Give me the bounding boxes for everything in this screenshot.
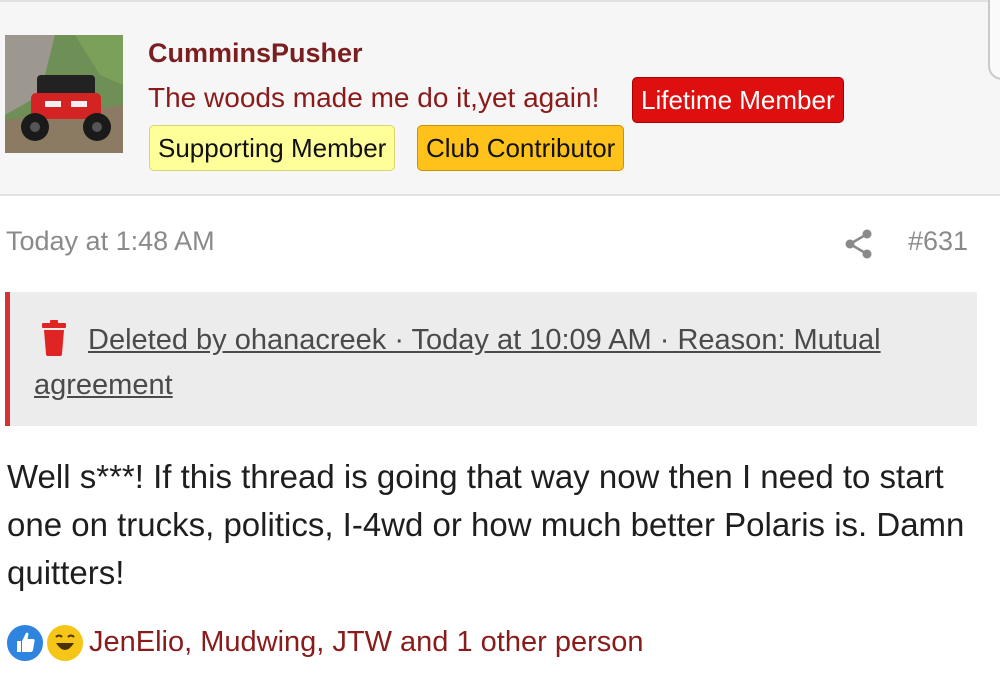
- scrollbar-edge[interactable]: [988, 0, 1000, 80]
- badge-club-contributor: Club Contributor: [417, 125, 625, 171]
- share-icon[interactable]: [843, 228, 875, 260]
- deleted-notice-link[interactable]: Deleted by ohanacreek · Today at 10:09 A…: [34, 318, 954, 408]
- post-number-link[interactable]: #631: [908, 226, 968, 257]
- user-title: The woods made me do it,yet again!: [148, 82, 600, 113]
- user-card: CumminsPusher The woods made me do it,ye…: [0, 0, 1000, 196]
- reaction-users-link[interactable]: JenElio, Mudwing, JTW and 1 other person: [89, 620, 644, 664]
- avatar[interactable]: [5, 35, 123, 153]
- badge-lifetime-member: Lifetime Member: [632, 77, 844, 123]
- like-icon[interactable]: [5, 623, 45, 663]
- username-link[interactable]: CumminsPusher: [148, 38, 363, 69]
- haha-icon[interactable]: [45, 623, 85, 663]
- post-body: Well s***! If this thread is going that …: [7, 458, 965, 591]
- post-date-link[interactable]: Today at 1:48 AM: [6, 226, 215, 257]
- badge-supporting-member: Supporting Member: [149, 125, 396, 171]
- avatar-image: [5, 35, 123, 153]
